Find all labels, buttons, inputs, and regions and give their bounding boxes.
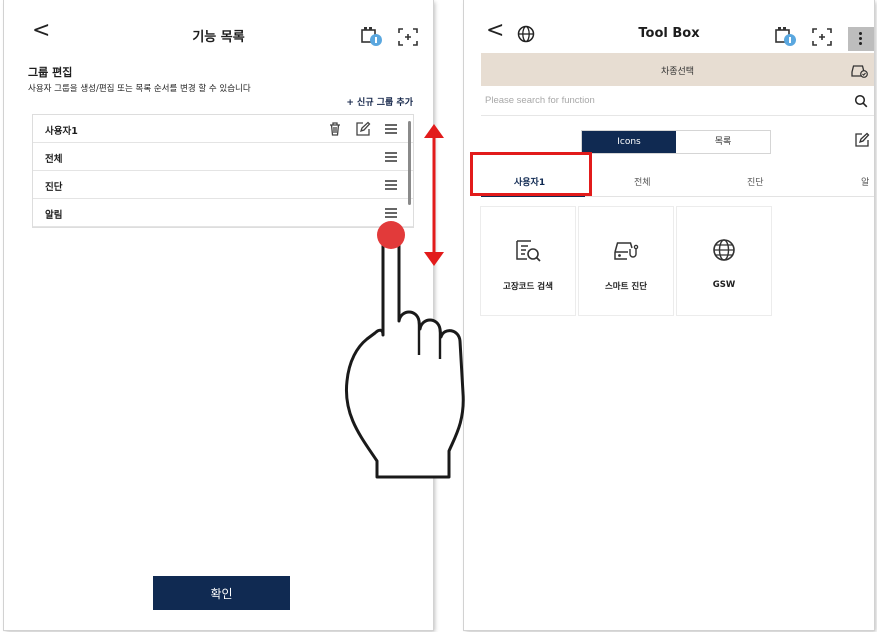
- header: < 기능 목록: [4, 0, 433, 60]
- group-list: 사용자1 전체 진단 알림: [32, 114, 414, 228]
- edit-icon[interactable]: [355, 121, 371, 137]
- screen-capture-icon[interactable]: [396, 26, 420, 48]
- dtc-search-icon: [516, 240, 541, 262]
- drag-handle-icon[interactable]: [383, 121, 399, 137]
- tile-label: 스마트 진단: [604, 282, 648, 292]
- vehicle-select-label: 차종선택: [660, 67, 695, 77]
- drag-handle-icon[interactable]: [383, 177, 399, 193]
- tap-indicator: [377, 221, 405, 249]
- group-label: 진단: [45, 182, 63, 193]
- group-row[interactable]: 사용자1: [33, 115, 413, 143]
- tile-label: 고장코드 검색: [503, 282, 553, 292]
- drag-handle-icon[interactable]: [383, 149, 399, 165]
- vehicle-connect-icon[interactable]: [360, 26, 384, 48]
- section-description: 사용자 그룹을 생성/편집 또는 목록 순서를 변경 할 수 있습니다: [28, 84, 251, 94]
- screen-capture-icon[interactable]: [810, 26, 834, 48]
- tab-all[interactable]: 전체: [634, 175, 651, 188]
- search-bar: [481, 88, 874, 116]
- vehicle-connect-icon[interactable]: [774, 26, 798, 48]
- view-toggle: Icons 목록: [581, 130, 771, 154]
- highlight-box: [470, 152, 592, 196]
- group-label: 전체: [45, 154, 63, 165]
- function-tile[interactable]: 고장코드 검색: [481, 207, 575, 315]
- group-label: 알림: [45, 210, 63, 221]
- function-tile[interactable]: 스마트 진단: [579, 207, 673, 315]
- globe-icon: [713, 239, 735, 261]
- tab-alert[interactable]: 알: [861, 175, 869, 188]
- tile-label: GSW: [712, 280, 736, 290]
- vehicle-select-bar[interactable]: 차종선택: [481, 53, 874, 86]
- group-label: 사용자1: [45, 126, 78, 137]
- search-icon[interactable]: [854, 94, 868, 108]
- icons-view-button[interactable]: Icons: [582, 131, 676, 153]
- group-row[interactable]: 알림: [33, 199, 413, 227]
- confirm-button[interactable]: 확인: [153, 576, 290, 610]
- pointing-hand-icon: [344, 234, 465, 479]
- add-group-button[interactable]: + 신규 그룹 추가: [346, 95, 413, 108]
- more-menu-button[interactable]: [848, 27, 874, 51]
- function-tile[interactable]: GSW: [677, 207, 771, 315]
- drag-handle-icon[interactable]: [383, 205, 399, 221]
- group-row[interactable]: 전체: [33, 143, 413, 171]
- tab-diagnosis[interactable]: 진단: [747, 175, 764, 188]
- trash-icon[interactable]: [327, 121, 343, 137]
- search-input[interactable]: [483, 94, 827, 107]
- smart-diagnosis-icon: [614, 242, 639, 260]
- vehicle-settings-icon[interactable]: [850, 61, 868, 79]
- edit-icon[interactable]: [854, 132, 870, 148]
- toolbox-screen: < Tool Box 차종선택 Icons 목록: [464, 0, 874, 630]
- group-row[interactable]: 진단: [33, 171, 413, 199]
- section-title: 그룹 편집: [28, 66, 73, 79]
- list-scrollbar[interactable]: [408, 121, 411, 205]
- list-view-button[interactable]: 목록: [676, 131, 770, 153]
